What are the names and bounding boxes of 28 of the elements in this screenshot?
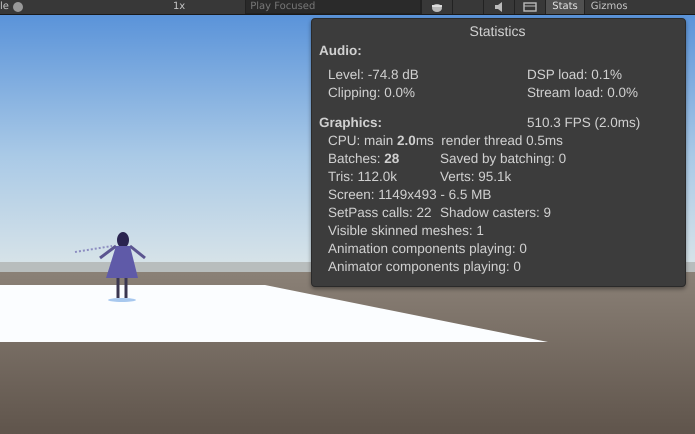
stat-text: SetPass calls: 22 xyxy=(328,204,433,222)
play-mode-dropdown[interactable]: Play Focused xyxy=(245,0,422,14)
stat-text: Batches: 28 xyxy=(328,150,400,168)
stat-text: Tris: 112.0k xyxy=(328,168,398,186)
toolbar-label: 1x xyxy=(172,0,186,14)
stat-text: DSP load: 0.1% xyxy=(527,66,624,84)
section-heading: Graphics: xyxy=(319,114,384,132)
bug-icon[interactable] xyxy=(430,2,444,12)
toolbar-toggle[interactable]: Stats xyxy=(545,0,584,14)
speaker-icon[interactable] xyxy=(494,2,504,12)
stat-text: Clipping: 0.0% xyxy=(328,84,416,102)
section-heading: Audio: xyxy=(319,42,363,60)
scale-slider-knob[interactable] xyxy=(12,2,23,12)
stat-text: CPU: main 2.0ms render thread 0.5ms xyxy=(328,132,563,150)
stat-text: Animation components playing: 0 xyxy=(328,240,527,258)
stat-text: Shadow casters: 9 xyxy=(440,204,552,222)
stat-text: Visible skinned meshes: 1 xyxy=(328,222,484,240)
stat-text: Screen: 1149x493 - 6.5 MB xyxy=(328,186,492,204)
stat-text: 510.3 FPS (2.0ms) xyxy=(527,114,642,132)
toolbar-toggle[interactable]: Gizmos xyxy=(584,0,634,14)
stat-text: Level: -74.8 dB xyxy=(328,66,420,84)
stat-text: Stream load: 0.0% xyxy=(527,84,640,102)
stat-text: Verts: 95.1k xyxy=(440,168,512,186)
toolbar-label: le xyxy=(0,0,9,14)
display-icon[interactable] xyxy=(523,2,538,12)
panel-title: Statistics xyxy=(468,23,526,39)
stat-text: Saved by batching: 0 xyxy=(440,150,566,168)
stat-text: Animator components playing: 0 xyxy=(328,258,521,276)
